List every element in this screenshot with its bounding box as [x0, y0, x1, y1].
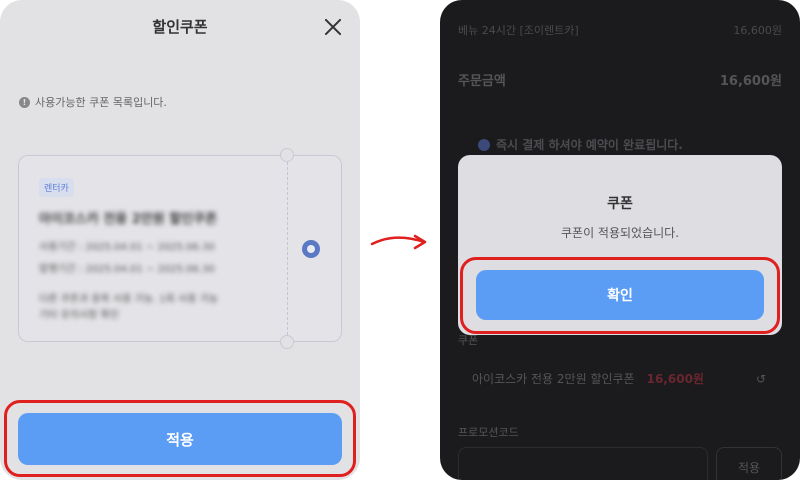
arrow-right-icon: [370, 234, 427, 250]
coupon-terms-extra: 기타 유의사항 확인: [39, 310, 119, 321]
promo-apply-button[interactable]: 적용: [716, 447, 782, 480]
coupon-notice: ! 사용가능한 쿠폰 목록입니다.: [19, 94, 167, 110]
order-total-label: 주문금액: [458, 74, 506, 89]
order-total-price: 16,600원: [719, 74, 782, 89]
info-icon: !: [19, 96, 30, 108]
applied-coupon-row: 아이코스카 전용 2만원 할인쿠폰 16,600원 ↺: [472, 370, 782, 387]
coupon-notch-top: [280, 148, 294, 162]
coupon-card[interactable]: 렌터카 아이코스카 전용 2만원 할인쿠폰 사용기간 : 2025.04.01 …: [18, 148, 342, 349]
order-item-label: 베뉴 24시간 [조이렌트카]: [458, 24, 579, 37]
coupon-select-radio[interactable]: [302, 240, 320, 258]
highlight-box-apply: [4, 400, 356, 477]
order-item-row: 베뉴 24시간 [조이렌트카] 16,600원: [458, 22, 782, 38]
notice-text: 사용가능한 쿠폰 목록입니다.: [35, 96, 167, 109]
dialog-title: 쿠폰: [607, 196, 633, 212]
payment-screen: 베뉴 24시간 [조이렌트카] 16,600원 주문금액 16,600원 즉시 …: [440, 0, 800, 480]
close-icon[interactable]: [322, 16, 344, 38]
order-item-price: 16,600원: [733, 24, 782, 37]
payment-notice: 즉시 결제 하셔야 예약이 완료됩니다.: [478, 136, 683, 153]
dialog-message: 쿠폰이 적용되었습니다.: [560, 226, 680, 240]
coupon-usage-period: 사용기간 : 2025.04.01 ~ 2025.06.30: [39, 242, 215, 253]
promo-code-label: 프로모션코드: [458, 426, 519, 439]
info-icon: [478, 138, 490, 151]
applied-coupon-price: 16,600원: [646, 372, 704, 386]
coupon-category-tag: 렌터카: [39, 178, 74, 197]
coupon-name: 아이코스카 전용 2만원 할인쿠폰: [39, 212, 218, 227]
applied-coupon-name: 아이코스카 전용 2만원 할인쿠폰: [472, 372, 635, 386]
coupon-issue-period: 발행기간 : 2025.04.01 ~ 2025.06.30: [39, 264, 215, 275]
promo-code-input[interactable]: [458, 447, 708, 480]
sheet-title: 할인쿠폰: [152, 18, 208, 36]
reset-icon[interactable]: ↺: [756, 372, 766, 386]
coupon-divider: [287, 162, 288, 335]
highlight-box-confirm: [460, 257, 780, 334]
payment-notice-text: 즉시 결제 하셔야 예약이 완료됩니다.: [496, 138, 683, 152]
coupon-notch-bottom: [280, 335, 294, 349]
coupon-terms: 다른 쿠폰과 중복 사용 가능. 1회 사용 가능: [39, 294, 218, 305]
order-total-row: 주문금액 16,600원: [458, 70, 782, 89]
